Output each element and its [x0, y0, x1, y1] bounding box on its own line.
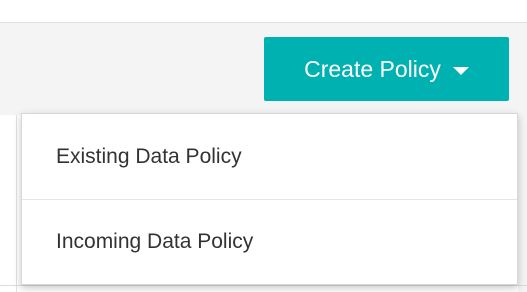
create-policy-button[interactable]: Create Policy	[264, 37, 509, 101]
menu-item-incoming-data-policy[interactable]: Incoming Data Policy	[22, 199, 517, 284]
menu-item-existing-data-policy[interactable]: Existing Data Policy	[22, 114, 517, 199]
left-divider	[16, 115, 17, 292]
bottom-divider	[0, 285, 527, 286]
top-header-strip	[0, 0, 527, 23]
menu-item-label: Incoming Data Policy	[56, 230, 254, 253]
create-policy-dropdown-menu: Existing Data Policy Incoming Data Polic…	[21, 113, 518, 285]
caret-down-icon	[452, 67, 469, 75]
menu-item-label: Existing Data Policy	[56, 144, 242, 168]
right-background-strip	[518, 115, 527, 292]
create-policy-label: Create Policy	[304, 55, 441, 82]
